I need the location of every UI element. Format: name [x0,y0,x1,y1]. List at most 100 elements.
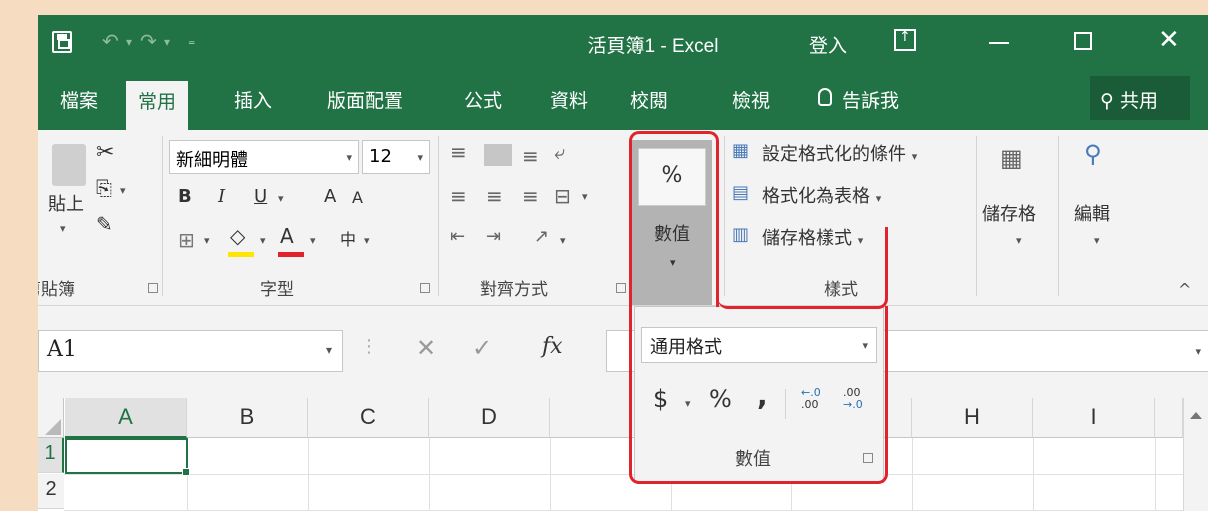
wrap-text-icon[interactable]: ⤶ [554,140,565,164]
close-button[interactable]: ✕ [1158,25,1180,55]
column-header[interactable] [1155,398,1183,438]
orientation-icon[interactable]: ↗ [534,226,549,247]
tab-review[interactable]: 校閱 [630,86,668,113]
merge-dropdown-icon[interactable]: ▾ [582,190,588,203]
tab-view[interactable]: 檢視 [732,86,770,113]
chevron-down-icon: ▾ [346,151,352,164]
copy-icon[interactable]: ⎘ [96,176,112,200]
currency-dropdown-icon[interactable]: ▾ [685,397,691,410]
copy-dropdown-icon[interactable]: ▾ [120,184,126,197]
conditional-formatting-icon[interactable]: ▦ [732,140,749,161]
ribbon-home: 貼上 ▾ ✂ ⎘ ▾ ✎ 剪貼簿 新細明體 ▾ 12 ▾ B I U ▾ A A… [38,130,1208,306]
tab-data[interactable]: 資料 [550,86,588,113]
select-all-button[interactable] [38,398,64,438]
font-launcher-icon[interactable] [420,283,430,293]
fill-color-icon[interactable]: ◇ [230,224,245,248]
clipboard-launcher-icon[interactable] [148,283,158,293]
maximize-button[interactable] [1074,32,1092,50]
align-center-icon[interactable]: ≡ [486,184,503,208]
tab-formulas[interactable]: 公式 [464,86,502,113]
search-icon[interactable]: ⚲ [1084,140,1102,168]
align-left-icon[interactable]: ≡ [450,184,467,208]
shrink-font-button[interactable]: A [352,188,363,207]
paste-dropdown-icon[interactable]: ▾ [60,222,66,235]
formula-bar: A1 ▾ ⋮ ✕ ✓ fx ▾ [38,306,1208,398]
borders-dropdown-icon[interactable]: ▾ [204,234,210,247]
chevron-down-icon: ▾ [417,151,423,164]
fill-color-dropdown-icon[interactable]: ▾ [260,234,266,247]
number-launcher-icon[interactable] [863,453,873,463]
percent-button[interactable]: % [709,385,732,413]
name-box[interactable]: A1 ▾ [38,330,343,372]
cells-button[interactable]: 儲存格 [982,200,1036,226]
tab-page-layout[interactable]: 版面配置 [327,86,403,113]
cut-icon[interactable]: ✂ [96,140,114,165]
underline-button[interactable]: U [254,186,267,207]
alignment-launcher-icon[interactable] [616,283,626,293]
font-name-select[interactable]: 新細明體 ▾ [169,140,359,174]
phonetic-dropdown-icon[interactable]: ▾ [364,234,370,247]
cell-styles-icon[interactable]: ▥ [732,224,749,245]
bold-button[interactable]: B [178,186,192,207]
row-header[interactable]: 2 [38,474,64,509]
decrease-decimal-icon[interactable]: .00 →.0 [843,387,863,411]
font-color-button[interactable]: A [280,224,294,248]
fill-color-swatch [228,252,254,257]
font-color-dropdown-icon[interactable]: ▾ [310,234,316,247]
number-label: 數值 [654,224,690,245]
tell-me-box[interactable]: 告訴我 [842,86,899,113]
enter-icon[interactable]: ✓ [472,334,492,362]
italic-button[interactable]: I [218,186,225,207]
tab-home[interactable]: 常用 [126,81,189,130]
active-cell-a1[interactable] [65,438,190,476]
lightbulb-icon [818,88,832,106]
tab-insert[interactable]: 插入 [234,86,272,113]
merge-center-icon[interactable]: ⊟ [554,184,571,208]
minimize-button[interactable] [989,42,1009,44]
align-right-icon[interactable]: ≡ [522,184,539,208]
borders-icon[interactable]: ⊞ [178,228,195,252]
number-format-select[interactable]: 通用格式 ▾ [641,327,877,363]
currency-button[interactable]: $ [653,385,668,413]
comma-button[interactable]: , [757,379,768,412]
column-header[interactable]: H [912,398,1033,438]
column-header[interactable]: I [1033,398,1155,438]
editing-button[interactable]: 編輯 [1074,200,1110,226]
decrease-indent-icon[interactable]: ⇤ [450,226,465,247]
font-size-select[interactable]: 12 ▾ [362,140,430,174]
grow-font-button[interactable]: A [324,186,336,207]
orientation-dropdown-icon[interactable]: ▾ [560,234,566,247]
ribbon-display-options-icon[interactable] [894,29,916,51]
column-header[interactable]: D [429,398,550,438]
row-header[interactable]: 1 [38,438,64,473]
scroll-up-icon[interactable] [1190,412,1202,419]
format-as-table-button[interactable]: 格式化為表格 ▾ [762,182,881,208]
tab-file[interactable]: 檔案 [60,86,98,113]
conditional-formatting-button[interactable]: 設定格式化的條件 ▾ [762,140,917,166]
collapse-ribbon-icon[interactable]: ^ [1178,280,1191,299]
vertical-scrollbar[interactable] [1183,398,1208,511]
format-painter-icon[interactable]: ✎ [96,212,113,236]
column-header[interactable]: C [308,398,429,438]
format-as-table-icon[interactable]: ▤ [732,182,749,203]
column-header[interactable]: A [65,398,187,438]
editing-dropdown-icon[interactable]: ▾ [1094,234,1100,247]
bottom-align-icon[interactable]: ≡ [522,144,539,168]
paste-label[interactable]: 貼上 [48,190,84,216]
share-button[interactable]: ⚲ 共用 [1090,76,1190,120]
increase-indent-icon[interactable]: ⇥ [486,226,501,247]
middle-align-icon[interactable] [484,144,512,166]
cell-styles-button[interactable]: 儲存格樣式 ▾ [762,224,863,250]
signin-link[interactable]: 登入 [809,31,847,58]
cells-icon[interactable]: ▦ [1000,144,1023,172]
column-header[interactable]: B [187,398,308,438]
increase-decimal-icon[interactable]: ←.0 .00 [801,387,821,411]
paste-icon[interactable] [52,144,86,186]
underline-dropdown-icon[interactable]: ▾ [278,192,284,205]
expand-formula-icon[interactable]: ▾ [1195,345,1201,358]
cells-dropdown-icon[interactable]: ▾ [1016,234,1022,247]
cancel-icon[interactable]: ✕ [416,334,436,362]
phonetic-button[interactable]: 中 [340,226,356,250]
insert-function-icon[interactable]: fx [542,334,563,359]
top-align-icon[interactable]: ≡ [450,140,467,164]
